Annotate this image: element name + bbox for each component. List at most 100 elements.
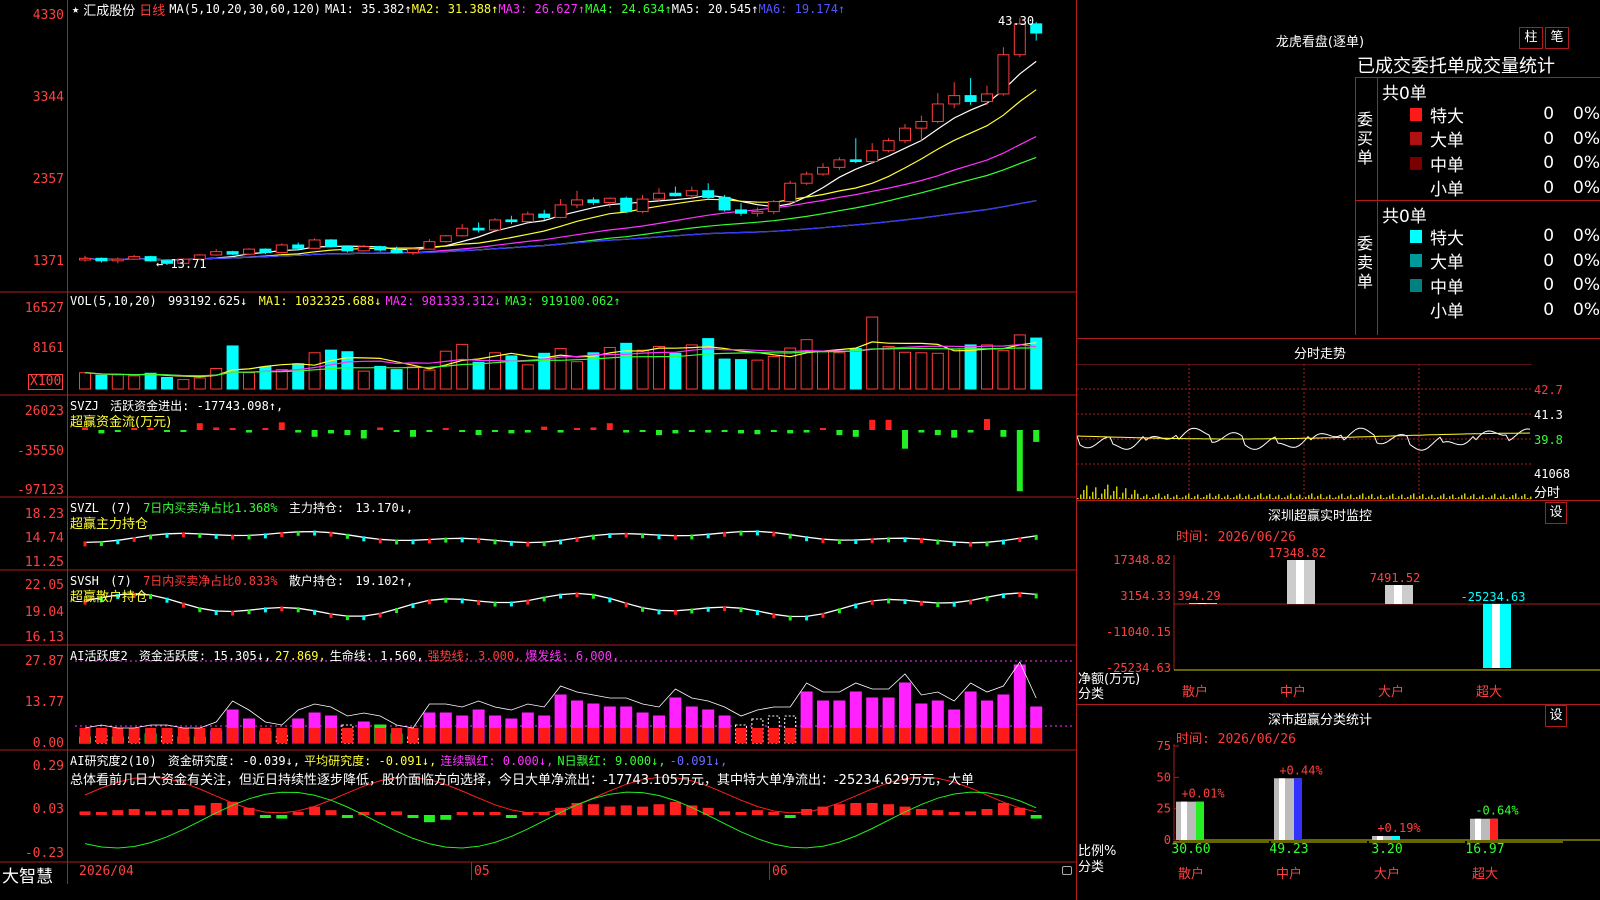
classify-change-label: +0.01%: [1181, 787, 1225, 801]
sell-value: 0: [1543, 250, 1555, 271]
intraday-volume-bar: [1329, 494, 1331, 499]
base-bar: [276, 728, 288, 743]
volume-bar: [620, 342, 633, 390]
sell-color-swatch: [1410, 278, 1422, 292]
intraday-volume-bar: [1077, 498, 1079, 499]
volume-bar: [79, 372, 91, 390]
retail-holding-line-mark: [296, 607, 300, 613]
candle-body: [226, 251, 239, 255]
intraday-volume-bar: [1092, 491, 1094, 499]
research-bar: [686, 805, 698, 815]
candle-body: [1013, 23, 1026, 56]
date-label-may: 05: [474, 864, 490, 879]
lhb-divider: [1355, 200, 1600, 201]
base-bar: [161, 728, 173, 743]
fund-flow-bar: [639, 430, 646, 432]
base-bar: [489, 728, 501, 743]
fund-flow-bar: [344, 430, 351, 436]
research-bar: [292, 812, 304, 815]
base-bar: [177, 728, 189, 743]
buy-row: 中单 0 0%: [1410, 151, 1600, 176]
intraday-volume-bar: [1437, 497, 1439, 499]
research-items: 资金研究度: -0.039↓, 平均研究度: -0.091↓, 连续飘红: 0.00…: [168, 754, 732, 768]
volume-bar: [571, 361, 583, 390]
research-bar: [374, 812, 386, 815]
date-label-jun: 06: [772, 864, 788, 879]
volume-bar: [226, 345, 239, 390]
classify-bar-accent: [1196, 801, 1204, 840]
candle-body: [964, 95, 977, 102]
retail-holding-line-mark: [919, 600, 923, 606]
fund-flow-bar: [492, 430, 498, 432]
candle-body: [472, 227, 485, 231]
main-holding-line-mark: [624, 532, 628, 538]
volume-bar: [95, 374, 108, 390]
volume-bar: [636, 349, 649, 390]
lhb-tabs[interactable]: 已成交委托单成交量统计: [1357, 52, 1600, 78]
bar-mode-button[interactable]: 柱: [1519, 27, 1543, 49]
intraday-volume-bar: [1509, 496, 1511, 499]
base-bar: [522, 728, 534, 743]
retail-holding-line-mark: [460, 598, 464, 604]
retail-holding-line-mark: [444, 597, 448, 603]
volume-bar: [243, 372, 255, 390]
intraday-volume-bar: [1218, 494, 1220, 499]
research-bar: [440, 815, 452, 820]
sell-color-swatch: [1410, 303, 1422, 316]
intraday-volume-bar: [1302, 498, 1304, 499]
classify-bar-accent: [1490, 818, 1498, 840]
volume-bar: [161, 376, 173, 390]
retail-holding-line-mark: [493, 601, 497, 607]
fund-flow-bar: [606, 423, 613, 430]
volume-bar: [735, 359, 747, 390]
research-bar: [423, 815, 435, 823]
intraday-volume-bar: [1323, 498, 1325, 499]
candle-body: [341, 246, 354, 252]
intraday-volume-bar: [1167, 494, 1169, 499]
intraday-chart[interactable]: [1077, 364, 1600, 500]
active-item-0: 资金活跃度: 15.305↓,: [138, 649, 272, 663]
main-holding-line-mark: [345, 533, 349, 539]
fund-flow-bar: [754, 430, 761, 435]
low-price-value: 13.71: [170, 257, 207, 271]
main-holding-line-mark: [460, 537, 464, 543]
buy-row: 小单 0 0%: [1410, 176, 1600, 200]
intraday-title: 分时走势: [1293, 347, 1346, 362]
fund-flow-bar: [278, 422, 285, 430]
vol-label: VOL(5,10,20): [70, 294, 157, 308]
intraday-volume-bar: [1272, 498, 1274, 499]
main-holding-line-mark: [296, 530, 300, 536]
research-bar: [145, 811, 157, 815]
classify-axis-label: 50: [1157, 770, 1171, 784]
fund-flow-bar: [885, 419, 892, 430]
pen-mode-button[interactable]: 笔: [1545, 27, 1569, 49]
retail-holding-line-mark: [1034, 593, 1038, 599]
base-bar: [341, 728, 353, 743]
main-holding-line-mark: [427, 538, 431, 544]
classify-axis-label: 25: [1157, 802, 1171, 816]
main-holding-line-mark: [198, 532, 202, 538]
retail-holding-line-mark: [165, 597, 169, 603]
monitor-bar-highlight: [1394, 585, 1402, 604]
svzl-hold-label: 主力持仓:: [288, 501, 345, 515]
base-bar: [1030, 728, 1042, 743]
svsh-hold-value: 19.102↑,: [355, 574, 414, 588]
intraday-volume-bar: [1251, 498, 1253, 499]
research-bar: [965, 811, 977, 815]
lock-icon[interactable]: [1062, 866, 1072, 875]
intraday-volume-bar: [1476, 498, 1478, 499]
retail-holding-line-mark: [214, 610, 218, 616]
retail-holding-line-mark: [985, 596, 989, 602]
sell-color-swatch: [1410, 229, 1422, 243]
main-holding-line-mark: [493, 539, 497, 545]
research-bar: [883, 804, 895, 815]
svzl-axis-label-3: 11.25: [24, 555, 64, 570]
intraday-volume-bar: [1275, 496, 1277, 499]
buy-value: 0: [1543, 128, 1555, 149]
intraday-volume-bar: [1080, 494, 1082, 499]
volume-bar: [144, 372, 157, 390]
base-bar: [883, 728, 895, 743]
intraday-volume-bar: [1524, 494, 1526, 499]
main-holding-line-mark: [1001, 539, 1005, 545]
fund-flow-bar: [262, 428, 269, 430]
